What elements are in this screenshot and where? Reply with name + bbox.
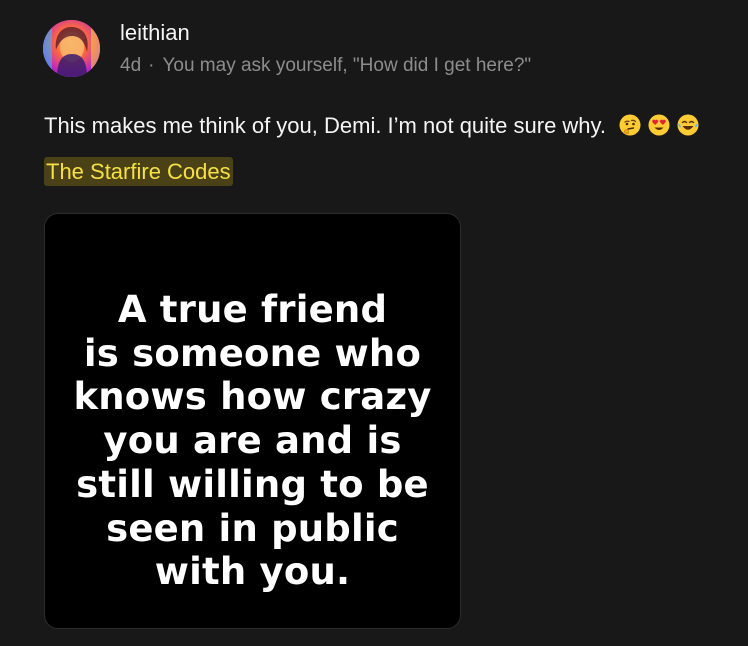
post-body: This makes me think of you, Demi. I’m no… [44, 113, 607, 138]
meta-separator: · [148, 55, 155, 76]
quote-line: with you. [154, 550, 351, 594]
thinking-face-icon [619, 114, 641, 136]
author-username[interactable]: leithian [120, 19, 190, 47]
author-status: You may ask yourself, "How did I get her… [162, 55, 532, 76]
quote-line: A true friend [117, 288, 388, 331]
tears-of-joy-face-icon [677, 114, 699, 136]
post-meta: 4d · You may ask yourself, "How did I get … [120, 53, 531, 79]
topic-tag[interactable]: The Starfire Codes [44, 157, 233, 186]
quote-text: A true friend is someone who knows how c… [45, 288, 460, 594]
heart-eyes-face-icon [648, 114, 670, 136]
quote-line: you are and is [103, 419, 402, 463]
quote-line: still willing to be [76, 462, 429, 506]
quote-line: is someone who [83, 331, 422, 375]
avatar[interactable] [43, 20, 100, 77]
quote-line: seen in public [106, 506, 399, 550]
post: leithian 4d · You may ask yourself, "How d… [0, 0, 748, 646]
post-image[interactable]: A true friend is someone who knows how c… [44, 213, 461, 629]
quote-line: knows how crazy [73, 375, 432, 419]
post-text: This makes me think of you, Demi. I’m no… [44, 111, 699, 141]
avatar-portrait-icon [43, 20, 100, 77]
post-age: 4d [120, 55, 142, 76]
